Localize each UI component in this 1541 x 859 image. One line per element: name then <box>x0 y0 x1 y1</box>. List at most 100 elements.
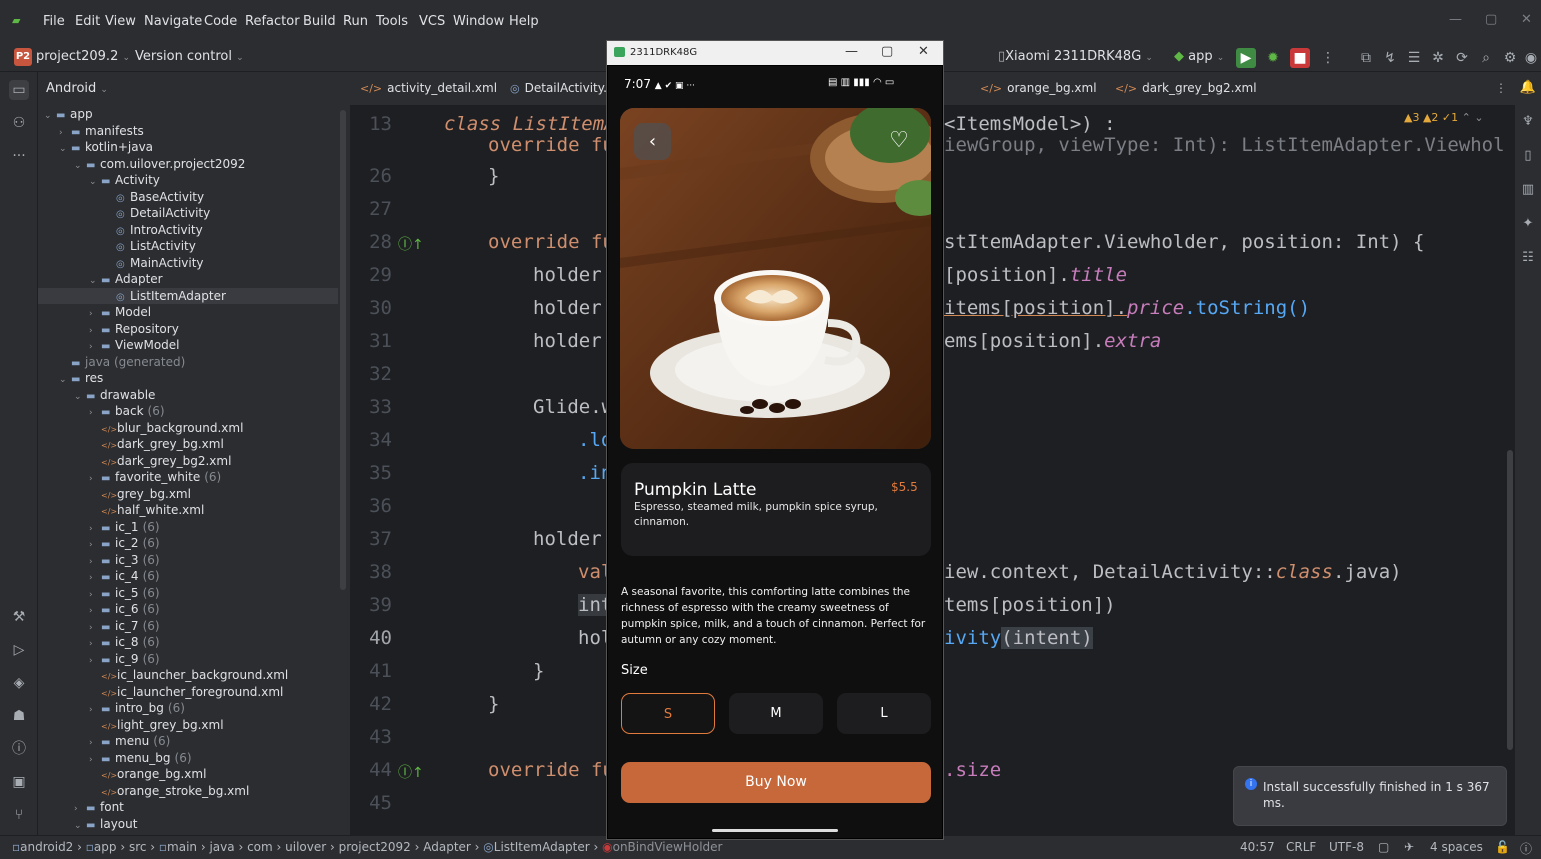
line-separator[interactable]: CRLF <box>1286 840 1316 854</box>
project-view-selector[interactable]: Android ⌄ <box>46 81 108 96</box>
tab-orange-bg-xml[interactable]: </> orange_bg.xml <box>980 81 1097 95</box>
tree-item[interactable]: › ▬ ic_7 (6) <box>38 618 338 634</box>
tree-item[interactable]: › ▬ Model <box>38 304 338 320</box>
event-log-icon[interactable]: ⓘ <box>1520 840 1532 857</box>
build-hammer-icon[interactable]: ⚒ <box>9 607 29 627</box>
editor-scrollbar[interactable] <box>1507 450 1513 750</box>
breadcrumb-item[interactable]: com <box>247 840 273 854</box>
tree-item[interactable]: ▬ java (generated) <box>38 354 338 370</box>
breadcrumb-item[interactable]: uilover <box>285 840 326 854</box>
tree-item[interactable]: › ▬ favorite_white (6) <box>38 469 338 485</box>
tree-item[interactable]: ◎ DetailActivity <box>38 205 338 221</box>
tree-item[interactable]: › ▬ ic_1 (6) <box>38 519 338 535</box>
tree-item[interactable]: ⌄ ▬ res <box>38 370 338 386</box>
menu-window[interactable]: Window <box>453 14 504 29</box>
apply-changes-icon[interactable]: ↯ <box>1380 48 1400 68</box>
layout-inspector-icon[interactable]: ☰ <box>1404 48 1424 68</box>
menu-edit[interactable]: Edit <box>75 14 100 29</box>
avatar[interactable]: ◉ <box>1521 48 1541 68</box>
run-icon[interactable]: ▶ <box>1236 48 1256 68</box>
running-devices-icon[interactable]: ▥ <box>1519 182 1537 200</box>
minimize-icon[interactable]: — <box>1449 12 1462 27</box>
size-m-button[interactable]: M <box>729 693 823 734</box>
gesture-home-bar[interactable] <box>712 829 838 832</box>
menu-vcs[interactable]: VCS <box>419 14 445 29</box>
device-selector[interactable]: ▯Xiaomi 2311DRK48G ⌄ <box>998 49 1153 64</box>
code-editor[interactable]: class ListItemA <ItemsModel>) : override… <box>440 107 1505 829</box>
menu-build[interactable]: Build <box>303 14 336 29</box>
implements-gutter-icon[interactable]: Ⓘ↑ <box>398 234 424 254</box>
bug-icon[interactable]: ✲ <box>1428 48 1448 68</box>
chevron-down-icon[interactable]: ⌄ <box>74 818 86 834</box>
search-icon[interactable]: ⌕ <box>1476 48 1496 68</box>
device-explorer-icon[interactable]: ▯ <box>1519 148 1537 166</box>
device-manager-icon[interactable]: ⧉ <box>1356 48 1376 68</box>
size-l-button[interactable]: L <box>837 693 931 734</box>
tree-item[interactable]: ◎ IntroActivity <box>38 222 338 238</box>
tree-item[interactable]: › ▬ back (6) <box>38 403 338 419</box>
tree-item[interactable]: </>light_grey_bg.xml <box>38 717 338 733</box>
run-config-selector[interactable]: ◆ app ⌄ <box>1174 49 1224 64</box>
tree-item[interactable]: </>blur_background.xml <box>38 420 338 436</box>
version-control-selector[interactable]: Version control ⌄ <box>135 49 244 64</box>
breadcrumb-item[interactable]: ListItemAdapter <box>494 840 590 854</box>
size-s-button[interactable]: S <box>621 693 715 734</box>
problems-icon[interactable]: ⓘ <box>9 739 29 759</box>
git-icon[interactable]: ⑂ <box>9 805 29 825</box>
tree-item[interactable]: › ▬ menu_bg (6) <box>38 750 338 766</box>
tree-item[interactable]: ⌄ ▬ drawable <box>38 387 338 403</box>
logcat-icon[interactable]: ☗ <box>9 706 29 726</box>
tree-item[interactable]: </>orange_stroke_bg.xml <box>38 783 338 799</box>
tree-item[interactable]: </>orange_bg.xml <box>38 766 338 782</box>
tree-item[interactable]: ⌄ ▬ Activity <box>38 172 338 188</box>
tree-item[interactable]: ⌄ ▬ layout <box>38 816 338 832</box>
tree-item[interactable]: › ▬ manifests <box>38 123 338 139</box>
file-encoding[interactable]: UTF-8 <box>1329 840 1364 854</box>
tree-item[interactable]: › ▬ ic_5 (6) <box>38 585 338 601</box>
menu-navigate[interactable]: Navigate <box>144 14 202 29</box>
menu-view[interactable]: View <box>105 14 136 29</box>
tree-item[interactable]: </>dark_grey_bg.xml <box>38 436 338 452</box>
tree-item[interactable]: › ▬ menu (6) <box>38 733 338 749</box>
tree-item[interactable]: › ▬ ViewModel <box>38 337 338 353</box>
more-tools-icon[interactable]: ··· <box>9 146 29 166</box>
menu-help[interactable]: Help <box>509 14 539 29</box>
tree-item[interactable]: › ▬ font <box>38 799 338 815</box>
tab-dark-grey-bg2-xml[interactable]: </> dark_grey_bg2.xml <box>1115 81 1257 95</box>
gear-icon[interactable]: ⚙ <box>1500 48 1520 68</box>
buy-now-button[interactable]: Buy Now <box>621 762 931 803</box>
menu-code[interactable]: Code <box>204 14 237 29</box>
tree-item[interactable]: ⌄ ▬ Adapter <box>38 271 338 287</box>
breadcrumb-item[interactable]: main <box>167 840 197 854</box>
minimize-icon[interactable]: — <box>845 44 858 59</box>
tree-item[interactable]: › ▬ ic_3 (6) <box>38 552 338 568</box>
tree-item[interactable]: </>ic_launcher_foreground.xml <box>38 684 338 700</box>
menu-refactor[interactable]: Refactor <box>245 14 300 29</box>
tree-item[interactable]: ◎ ListActivity <box>38 238 338 254</box>
tab-detail-activity[interactable]: ◎ DetailActivity. <box>510 81 607 95</box>
tree-item[interactable]: ◎ MainActivity <box>38 255 338 271</box>
menu-tools[interactable]: Tools <box>376 14 408 29</box>
tree-item[interactable]: › ▬ intro_bg (6) <box>38 700 338 716</box>
close-icon[interactable]: ✕ <box>1521 12 1532 27</box>
tree-item[interactable]: </>half_white.xml <box>38 502 338 518</box>
maximize-icon[interactable]: ▢ <box>1485 12 1497 27</box>
breadcrumb-item[interactable]: java <box>209 840 234 854</box>
structure-list-icon[interactable]: ☷ <box>1519 250 1537 268</box>
close-icon[interactable]: ✕ <box>918 44 929 59</box>
tree-item[interactable]: › ▬ ic_9 (6) <box>38 651 338 667</box>
structure-icon[interactable]: ⚇ <box>9 113 29 133</box>
inspections-widget[interactable]: ▲3 ▲2 ✓1 ⌃ ⌄ <box>1404 111 1514 125</box>
indent-setting[interactable]: 4 spaces <box>1430 840 1483 854</box>
tree-item[interactable]: </>dark_grey_bg2.xml <box>38 453 338 469</box>
menu-file[interactable]: File <box>43 14 65 29</box>
lock-icon[interactable]: 🔓 <box>1495 840 1510 854</box>
profiler-icon[interactable]: ◈ <box>9 673 29 693</box>
run-tool-icon[interactable]: ▷ <box>9 640 29 660</box>
terminal-icon[interactable]: ▣ <box>9 772 29 792</box>
stop-icon[interactable]: ■ <box>1290 48 1310 68</box>
tree-item[interactable]: ⌄ ▬ kotlin+java <box>38 139 338 155</box>
tree-item[interactable]: </>ic_launcher_background.xml <box>38 667 338 683</box>
tree-item[interactable]: › ▬ ic_6 (6) <box>38 601 338 617</box>
maximize-icon[interactable]: ▢ <box>881 44 893 59</box>
